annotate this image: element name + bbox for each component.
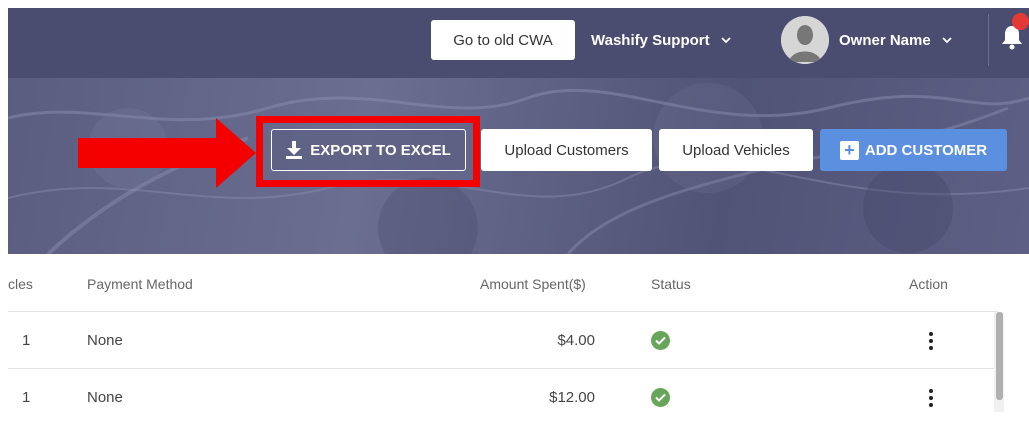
header-divider	[988, 14, 989, 66]
notification-badge	[1012, 13, 1029, 30]
column-header-action: Action	[909, 276, 948, 292]
add-customer-label: ADD CUSTOMER	[864, 141, 988, 159]
header-divider-line	[8, 311, 998, 312]
column-header-vehicles[interactable]: cles	[8, 276, 33, 292]
status-check-icon	[651, 388, 670, 407]
chevron-down-icon	[942, 37, 952, 44]
more-actions-icon[interactable]	[928, 332, 934, 350]
upload-vehicles-button[interactable]: Upload Vehicles	[659, 129, 813, 171]
payment-method-cell: None	[87, 389, 123, 406]
owner-name-label: Owner Name	[839, 31, 931, 49]
row-divider-line	[8, 368, 998, 369]
status-check-icon	[651, 331, 670, 350]
chevron-down-icon	[720, 37, 731, 44]
vehicles-cell: 1	[22, 332, 31, 349]
washify-support-label: Washify Support	[591, 31, 710, 49]
column-header-amount-spent[interactable]: Amount Spent($)	[480, 276, 586, 292]
owner-menu[interactable]: Owner Name	[839, 20, 953, 60]
download-icon	[286, 141, 303, 159]
export-to-excel-button[interactable]: EXPORT TO EXCEL	[271, 129, 466, 171]
customers-page: Go to old CWA Washify Support Owner Name	[0, 0, 1029, 434]
plus-icon: +	[839, 140, 859, 160]
column-header-payment-method[interactable]: Payment Method	[87, 276, 193, 292]
scrollbar-thumb[interactable]	[996, 312, 1003, 400]
user-silhouette-icon	[781, 16, 829, 64]
more-actions-icon[interactable]	[928, 389, 934, 407]
payment-method-cell: None	[87, 332, 123, 349]
avatar[interactable]	[781, 16, 829, 64]
vehicles-cell: 1	[22, 389, 31, 406]
go-to-old-cwa-button[interactable]: Go to old CWA	[431, 20, 575, 60]
washify-support-menu[interactable]: Washify Support	[591, 20, 732, 60]
upload-customers-button[interactable]: Upload Customers	[481, 129, 652, 171]
export-to-excel-label: EXPORT TO EXCEL	[310, 141, 451, 159]
amount-spent-cell: $4.00	[557, 332, 595, 349]
column-header-status[interactable]: Status	[651, 276, 691, 292]
red-arrow-annotation	[78, 118, 256, 188]
amount-spent-cell: $12.00	[549, 389, 595, 406]
add-customer-button[interactable]: + ADD CUSTOMER	[820, 129, 1007, 171]
